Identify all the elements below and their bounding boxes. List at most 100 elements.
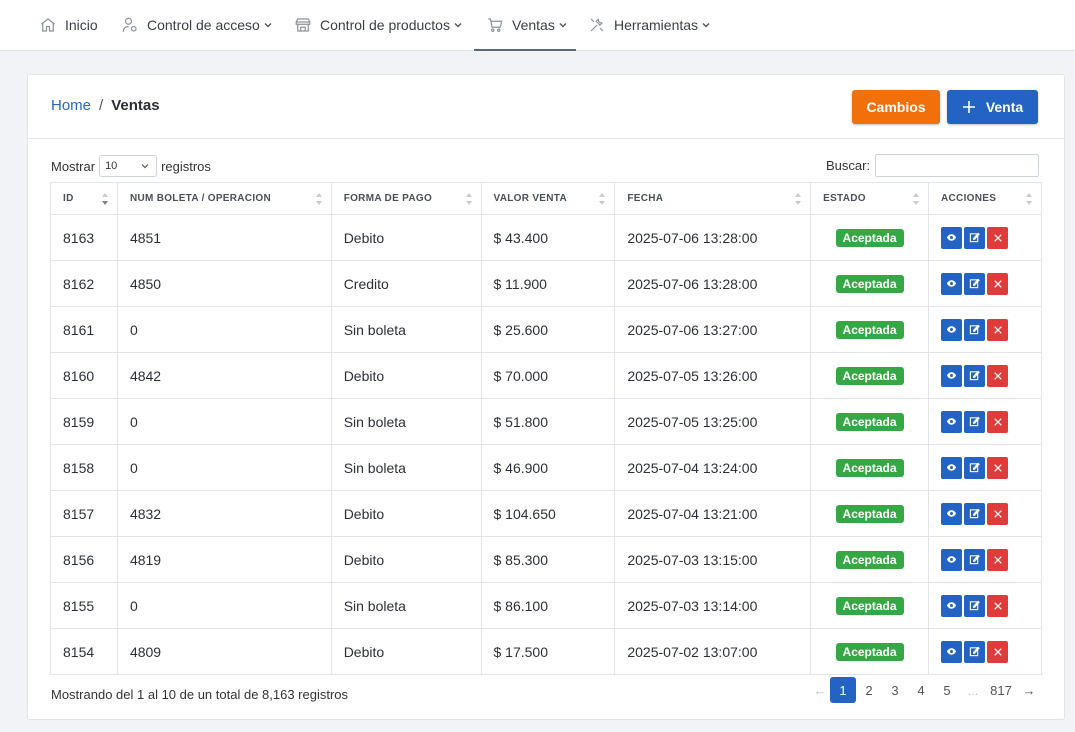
edit-button[interactable]: [964, 318, 986, 341]
delete-button[interactable]: [987, 318, 1009, 341]
edit-button[interactable]: [964, 548, 986, 571]
chevron-down-icon: [263, 20, 273, 30]
delete-button[interactable]: [987, 272, 1009, 295]
cell-id: 8161: [50, 306, 118, 353]
view-button[interactable]: [941, 548, 963, 571]
delete-button[interactable]: [987, 502, 1009, 525]
view-button[interactable]: [941, 318, 963, 341]
edit-button[interactable]: [964, 456, 986, 479]
user-settings-icon: [121, 16, 139, 34]
column-header[interactable]: ESTADO: [810, 182, 930, 215]
close-icon: [993, 509, 1003, 519]
column-header[interactable]: ACCIONES: [928, 182, 1042, 215]
column-header[interactable]: FORMA DE PAGO: [330, 182, 482, 215]
pagination-next[interactable]: →: [1016, 677, 1042, 703]
view-button[interactable]: [941, 594, 963, 617]
view-button[interactable]: [941, 410, 963, 433]
row-actions: [941, 640, 1041, 663]
cell-boleta: 0: [116, 444, 332, 491]
eye-icon: [946, 278, 957, 289]
cell-estado: Aceptada: [810, 444, 930, 491]
edit-icon: [969, 370, 980, 381]
sort-icon: [794, 192, 802, 206]
nav-ventas[interactable]: Ventas: [474, 0, 576, 51]
cell-acciones: [928, 490, 1042, 537]
view-button[interactable]: [941, 502, 963, 525]
column-header-label: ESTADO: [823, 193, 866, 204]
column-header[interactable]: VALOR VENTA: [480, 182, 616, 215]
edit-button[interactable]: [964, 410, 986, 433]
row-actions: [941, 548, 1041, 571]
edit-button[interactable]: [964, 502, 986, 525]
table-info: Mostrando del 1 al 10 de un total de 8,1…: [51, 687, 349, 702]
new-venta-button[interactable]: Venta: [947, 90, 1038, 124]
delete-button[interactable]: [987, 456, 1009, 479]
table-row: 8154 4809 Debito $ 17.500 2025-07-02 13:07:0…: [50, 628, 1042, 675]
delete-button[interactable]: [987, 594, 1009, 617]
delete-button[interactable]: [987, 410, 1009, 433]
search-input[interactable]: [875, 154, 1040, 177]
cell-pago: Debito: [330, 490, 482, 537]
view-button[interactable]: [941, 364, 963, 387]
delete-button[interactable]: [987, 548, 1009, 571]
view-button[interactable]: [941, 456, 963, 479]
column-header[interactable]: NUM BOLETA / OPERACION: [116, 182, 332, 215]
breadcrumb-home-link[interactable]: Home: [51, 97, 91, 114]
edit-button[interactable]: [964, 594, 986, 617]
pagination-page-5[interactable]: 5: [934, 677, 960, 703]
edit-button[interactable]: [964, 226, 986, 249]
delete-button[interactable]: [987, 364, 1009, 387]
row-actions: [941, 456, 1041, 479]
edit-icon: [969, 600, 980, 611]
close-icon: [993, 463, 1003, 473]
cell-id: 8159: [50, 398, 118, 445]
cell-pago: Sin boleta: [330, 306, 482, 353]
cell-fecha: 2025-07-06 13:28:00: [614, 214, 812, 261]
nav-control-productos[interactable]: Control de productos: [294, 0, 463, 50]
cambios-button[interactable]: Cambios: [852, 90, 940, 124]
sort-icon: [1025, 192, 1033, 206]
column-header[interactable]: FECHA: [614, 182, 812, 215]
view-button[interactable]: [941, 272, 963, 295]
cell-acciones: [928, 260, 1042, 307]
cell-boleta: 4809: [116, 628, 332, 675]
pagination-last-page[interactable]: 817: [986, 677, 1016, 703]
page-length-select[interactable]: 10: [99, 155, 158, 177]
ventas-card: Home / Ventas Cambios Venta Mostrar 10 r…: [27, 74, 1065, 720]
delete-button[interactable]: [987, 226, 1009, 249]
table-row: 8159 0 Sin boleta $ 51.800 2025-07-05 13:25:…: [50, 398, 1042, 445]
cell-estado: Aceptada: [810, 214, 930, 261]
nav-herramientas[interactable]: Herramientas: [588, 0, 711, 50]
pagination-page-4[interactable]: 4: [908, 677, 934, 703]
pagination-page-2[interactable]: 2: [856, 677, 882, 703]
eye-icon: [946, 324, 957, 335]
cell-id: 8162: [50, 260, 118, 307]
edit-button[interactable]: [964, 272, 986, 295]
cell-pago: Debito: [330, 352, 482, 399]
nav-inicio-label: Inicio: [65, 17, 98, 33]
edit-button[interactable]: [964, 640, 986, 663]
cell-acciones: [928, 582, 1042, 629]
edit-icon: [969, 646, 980, 657]
view-button[interactable]: [941, 226, 963, 249]
cell-id: 8154: [50, 628, 118, 675]
status-badge: Aceptada: [835, 412, 904, 431]
edit-button[interactable]: [964, 364, 986, 387]
sort-icon: [912, 192, 920, 206]
row-actions: [941, 364, 1041, 387]
view-button[interactable]: [941, 640, 963, 663]
row-actions: [941, 318, 1041, 341]
delete-button[interactable]: [987, 640, 1009, 663]
cell-acciones: [928, 536, 1042, 583]
nav-inicio[interactable]: Inicio: [39, 0, 98, 50]
eye-icon: [946, 554, 957, 565]
nav-control-acceso[interactable]: Control de acceso: [121, 0, 273, 50]
cell-boleta: 4832: [116, 490, 332, 537]
cell-id: 8157: [50, 490, 118, 537]
pagination-page-1[interactable]: 1: [830, 677, 856, 703]
column-header[interactable]: ID: [50, 182, 118, 215]
cell-pago: Sin boleta: [330, 582, 482, 629]
page-length-value: 10: [105, 160, 118, 172]
store-icon: [294, 16, 312, 34]
pagination-page-3[interactable]: 3: [882, 677, 908, 703]
